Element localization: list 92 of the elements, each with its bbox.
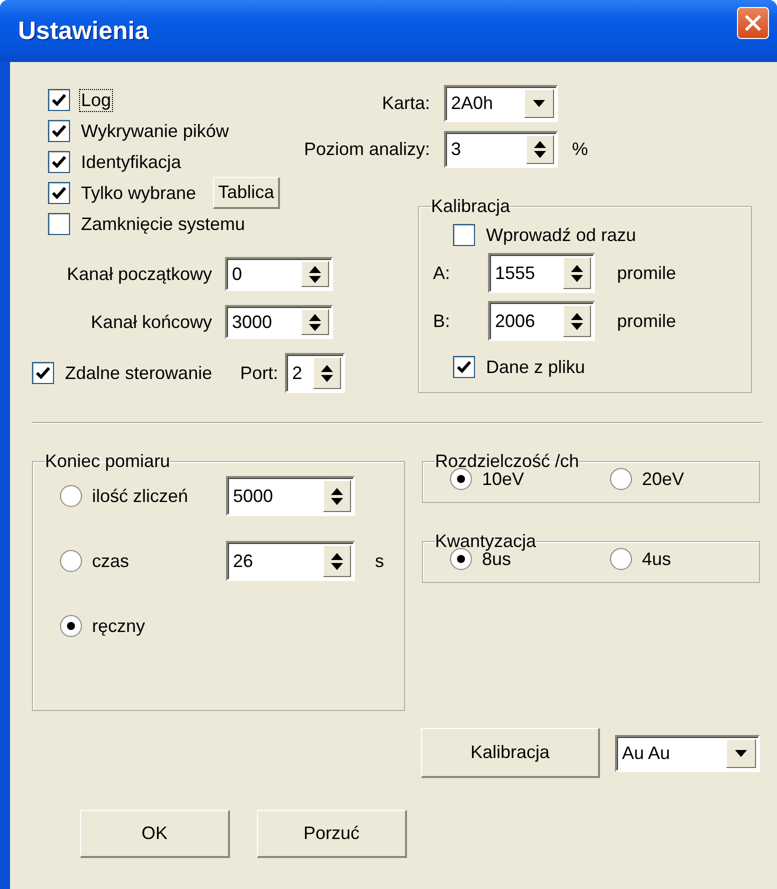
down-arrow-icon (321, 374, 334, 382)
check-icon (36, 367, 50, 379)
field-label: Kanał końcowy (90, 312, 212, 332)
field-label: Poziom analizy: (304, 139, 430, 160)
up-arrow-icon (571, 264, 583, 272)
spin-button[interactable] (323, 480, 351, 512)
radio-button[interactable] (610, 468, 632, 490)
down-arrow-icon (331, 562, 343, 570)
radio-button[interactable] (60, 615, 82, 637)
checkbox-label[interactable]: Wykrywanie pików (80, 120, 230, 142)
spin-button[interactable] (563, 257, 591, 289)
spin-field[interactable]: 2006 (488, 301, 595, 341)
spin-field[interactable]: 1555 (488, 253, 595, 293)
group-title: Kwantyzacja (435, 530, 536, 552)
spin-button[interactable] (563, 305, 591, 337)
field-label: Karta: (380, 93, 430, 114)
group-title: Kalibracja (431, 195, 510, 217)
up-arrow-icon (571, 312, 583, 320)
down-arrow-icon (309, 324, 321, 330)
spin-field[interactable]: 2 (285, 353, 346, 393)
spin-field[interactable]: 3 (444, 131, 558, 168)
caret-icon (735, 750, 747, 756)
spin-field[interactable]: 0 (225, 257, 333, 291)
spin-field[interactable]: 3000 (225, 305, 333, 339)
radio-label[interactable]: 4us (641, 548, 672, 570)
unit-label: promile (617, 310, 678, 332)
check-icon (52, 156, 66, 168)
up-arrow-icon (309, 314, 321, 320)
radio-label[interactable]: ilość zliczeń (91, 486, 190, 506)
up-arrow-icon (309, 266, 321, 272)
down-arrow-icon (534, 151, 546, 158)
spin-button[interactable] (301, 261, 329, 287)
window-title: Ustawienia (18, 16, 149, 46)
dropdown-button[interactable] (726, 738, 756, 768)
close-icon (743, 13, 763, 33)
checkbox[interactable] (48, 213, 70, 235)
down-arrow-icon (309, 276, 321, 282)
checkbox-label[interactable]: Identyfikacja (80, 152, 182, 172)
up-arrow-icon (331, 552, 343, 560)
dialog-button[interactable]: Porzuć (257, 810, 407, 858)
radio-label[interactable]: czas (91, 550, 130, 572)
dropdown[interactable]: Au Au (615, 734, 760, 772)
down-arrow-icon (571, 322, 583, 330)
checkbox[interactable] (48, 120, 70, 142)
radio-label[interactable]: 20eV (641, 468, 686, 490)
checkbox[interactable] (453, 224, 475, 246)
radio-label[interactable]: ręczny (91, 616, 146, 636)
dropdown-button[interactable] (524, 89, 554, 118)
radio-button[interactable] (60, 485, 82, 507)
calibration-button[interactable]: Kalibracja (421, 728, 600, 778)
check-icon (457, 361, 471, 373)
up-arrow-icon (331, 488, 343, 494)
checkbox[interactable] (32, 362, 54, 384)
spin-button[interactable] (526, 135, 554, 164)
check-icon (52, 125, 66, 137)
group-title: Koniec pomiaru (45, 450, 170, 472)
up-arrow-icon (321, 364, 334, 372)
field-label: Port: (240, 362, 278, 384)
checkbox[interactable] (48, 151, 70, 173)
unit-label: % (572, 139, 590, 160)
radio-button[interactable] (60, 550, 82, 572)
dropdown[interactable]: 2A0h (444, 85, 558, 122)
down-arrow-icon (331, 498, 343, 504)
unit-label: s (374, 550, 385, 572)
close-button[interactable] (737, 7, 769, 39)
field-label: B: (433, 310, 452, 332)
check-icon (52, 94, 66, 106)
checkbox-label[interactable]: Log (80, 90, 112, 110)
checkbox-label[interactable]: Zdalne sterowanie (64, 362, 214, 384)
up-arrow-icon (534, 141, 546, 148)
caret-icon (533, 100, 545, 107)
field-label: A: (433, 262, 452, 284)
check-icon (52, 187, 66, 199)
checkbox-label[interactable]: Zamknięcie systemu (80, 214, 246, 234)
dialog-button[interactable]: OK (80, 810, 230, 858)
checkbox-label[interactable]: Wprowadź od razu (485, 224, 638, 246)
radio-button[interactable] (450, 468, 472, 490)
checkbox-label[interactable]: Tylko wybrane (80, 182, 198, 204)
spin-field[interactable]: 5000 (226, 476, 355, 516)
checkbox[interactable] (48, 89, 70, 111)
spin-field[interactable]: 26 (226, 541, 355, 581)
spin-button[interactable] (301, 309, 329, 335)
radio-button[interactable] (610, 548, 632, 570)
spin-button[interactable] (323, 545, 351, 577)
down-arrow-icon (571, 274, 583, 282)
field-label: Kanał początkowy (66, 264, 212, 284)
checkbox[interactable] (48, 182, 70, 204)
unit-label: promile (617, 262, 678, 284)
checkbox-label[interactable]: Dane z pliku (485, 356, 586, 378)
table-button[interactable]: Tablica (213, 177, 280, 209)
spin-button[interactable] (313, 357, 342, 389)
checkbox[interactable] (453, 356, 475, 378)
